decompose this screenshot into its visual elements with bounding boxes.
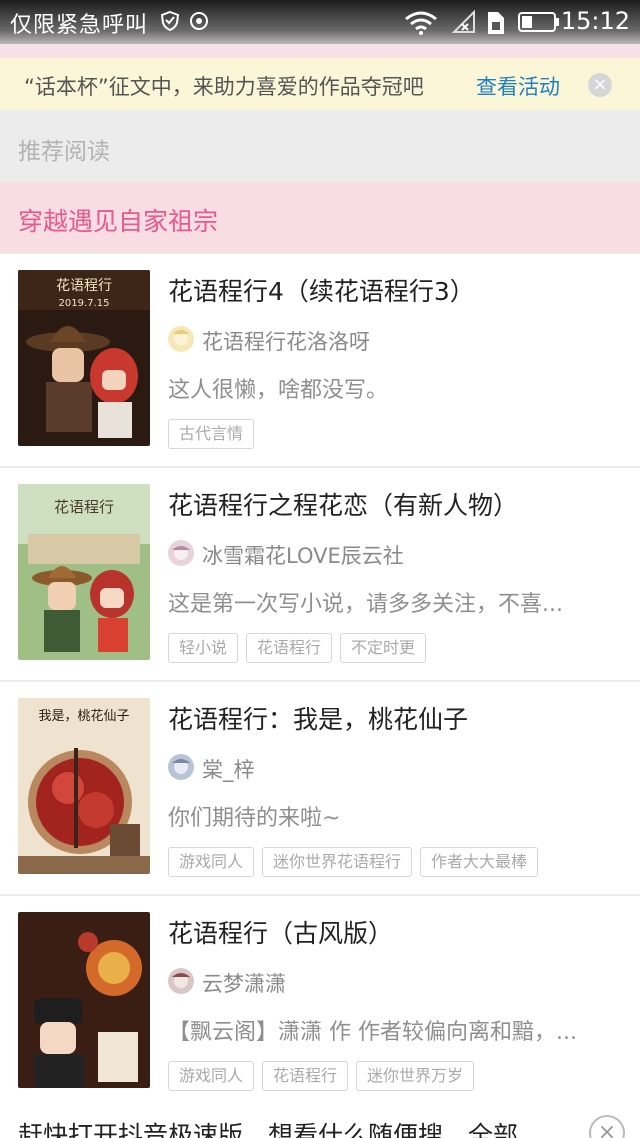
book-tag[interactable]: 花语程行: [246, 633, 333, 663]
svg-text:我是，桃花仙子: 我是，桃花仙子: [38, 708, 129, 724]
view-activity-link[interactable]: 查看活动: [476, 71, 560, 101]
book-title[interactable]: 花语程行4（续花语程行3）: [168, 272, 475, 308]
carrier-label: 仅限紧急呼叫: [10, 13, 149, 38]
banner-close-icon[interactable]: ×: [588, 73, 612, 97]
author-avatar: [168, 326, 194, 352]
book-item[interactable]: 花语程行 2019.7.15 花语程行4（续花语程行3） 花语程行花洛洛呀 这人…: [0, 254, 640, 468]
book-description: 你们期待的来啦~: [168, 806, 341, 831]
bottom-ad-banner[interactable]: 赶快打开抖音极速版，想看什么随便搜，全部: [0, 1108, 640, 1138]
recommend-header: 推荐阅读: [0, 110, 640, 182]
sim-card-icon: [484, 10, 506, 40]
author-name: 花语程行花洛洛呀: [202, 330, 370, 354]
book-cover[interactable]: 花语程行: [18, 484, 150, 660]
notification-icon: [188, 10, 210, 36]
tag-list: 古代言情: [168, 419, 262, 451]
clock: 15:12: [560, 7, 630, 35]
book-cover[interactable]: [18, 912, 150, 1088]
book-tag[interactable]: 迷你世界万岁: [356, 1061, 475, 1091]
author-avatar: [168, 540, 194, 566]
book-title[interactable]: 花语程行（古风版）: [168, 914, 393, 950]
svg-text:花语程行: 花语程行: [56, 278, 112, 294]
author-avatar: [168, 754, 194, 780]
book-title[interactable]: 花语程行之程花恋（有新人物）: [168, 486, 518, 522]
book-item[interactable]: 我是，桃花仙子 花语程行：我是，桃花仙子 棠_梓 你们期待的来啦~ 游戏同人 迷你…: [0, 682, 640, 896]
header-strip: [0, 44, 640, 58]
promo-banner[interactable]: “话本杯”征文中，来助力喜爱的作品夺冠吧 查看活动: [0, 58, 640, 110]
book-description: 【飘云阁】潇潇 作 作者较偏向离和黯，...: [168, 1020, 577, 1045]
author-avatar: [168, 968, 194, 994]
ad-text: 赶快打开抖音极速版，想看什么随便搜，全部: [18, 1121, 519, 1138]
author-name: 云梦潇潇: [202, 972, 286, 996]
book-description: 这是第一次写小说，请多多关注，不喜...: [168, 592, 563, 617]
shield-icon: [160, 10, 180, 36]
battery-icon: [518, 11, 560, 37]
book-cover[interactable]: 花语程行 2019.7.15: [18, 270, 150, 446]
author-name: 冰雪霜花LOVE辰云社: [202, 544, 404, 568]
author-name: 棠_梓: [202, 758, 255, 782]
wifi-icon: [404, 10, 438, 40]
book-item[interactable]: 花语程行（古风版） 云梦潇潇 【飘云阁】潇潇 作 作者较偏向离和黯，... 游戏…: [0, 896, 640, 1110]
tag-list: 游戏同人 迷你世界花语程行 作者大大最棒: [168, 847, 546, 879]
book-tag[interactable]: 游戏同人: [168, 1061, 255, 1091]
book-tag[interactable]: 花语程行: [262, 1061, 349, 1091]
topic-title: 穿越遇见自家祖宗: [18, 207, 219, 236]
tag-list: 轻小说 花语程行 不定时更: [168, 633, 434, 665]
topic-header[interactable]: 穿越遇见自家祖宗: [0, 182, 640, 254]
book-title[interactable]: 花语程行：我是，桃花仙子: [168, 700, 468, 736]
book-tag[interactable]: 不定时更: [340, 633, 427, 663]
book-tag[interactable]: 作者大大最棒: [420, 847, 539, 877]
promo-text: “话本杯”征文中，来助力喜爱的作品夺冠吧: [24, 75, 424, 99]
recommend-label: 推荐阅读: [18, 139, 110, 165]
signal-icon: [451, 9, 476, 38]
book-cover[interactable]: 我是，桃花仙子: [18, 698, 150, 874]
book-tag[interactable]: 古代言情: [168, 419, 255, 449]
book-tag[interactable]: 游戏同人: [168, 847, 255, 877]
book-tag[interactable]: 轻小说: [168, 633, 239, 663]
tag-list: 游戏同人 花语程行 迷你世界万岁: [168, 1061, 482, 1093]
svg-text:2019.7.15: 2019.7.15: [59, 298, 110, 309]
svg-text:花语程行: 花语程行: [54, 498, 114, 516]
book-item[interactable]: 花语程行 花语程行之程花恋（有新人物） 冰雪霜花LOVE辰云社 这是第一次写小说…: [0, 468, 640, 682]
book-tag[interactable]: 迷你世界花语程行: [262, 847, 413, 877]
status-bar: 仅限紧急呼叫 15:12: [0, 0, 640, 44]
book-description: 这人很懒，啥都没写。: [168, 378, 389, 403]
